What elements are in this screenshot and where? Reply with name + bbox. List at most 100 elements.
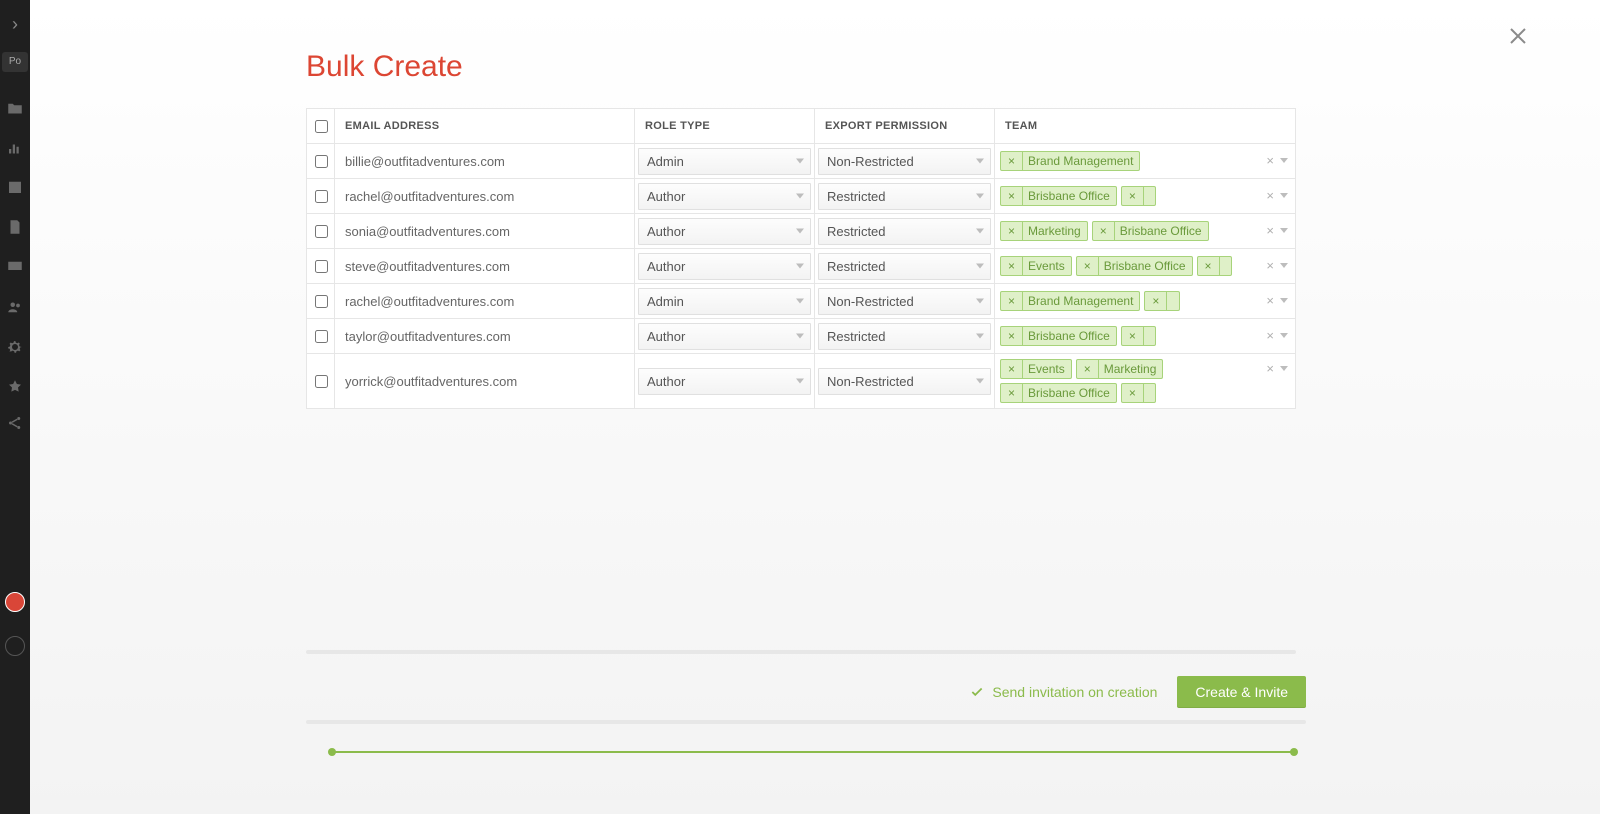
team-cell[interactable]: ×Brand Management× <box>995 144 1295 178</box>
tag-remove-icon[interactable]: × <box>1001 329 1022 343</box>
team-cell[interactable]: ×Marketing×Brisbane Office× <box>995 214 1295 248</box>
role-dropdown[interactable]: Admin <box>638 288 811 315</box>
page-icon[interactable] <box>6 218 24 236</box>
team-cell[interactable]: ×Events×Brisbane Office× × <box>995 249 1295 283</box>
check-icon <box>970 685 984 699</box>
export-dropdown[interactable]: Non-Restricted <box>818 148 991 175</box>
email-cell[interactable]: steve@outfitadventures.com <box>335 249 635 283</box>
tag-remove-icon[interactable]: × <box>1001 224 1022 238</box>
team-cell[interactable]: ×Brisbane Office× × <box>995 319 1295 353</box>
team-tag-empty[interactable]: × <box>1197 256 1232 276</box>
caret-down-icon[interactable] <box>1280 366 1288 371</box>
share-icon[interactable] <box>6 414 24 432</box>
caret-down-icon[interactable] <box>1280 228 1288 233</box>
row-checkbox[interactable] <box>315 375 328 388</box>
team-tag-empty[interactable]: × <box>1121 326 1156 346</box>
role-dropdown[interactable]: Author <box>638 368 811 395</box>
email-cell[interactable]: taylor@outfitadventures.com <box>335 319 635 353</box>
gear-icon[interactable] <box>6 338 24 356</box>
header-select-all[interactable] <box>307 109 335 143</box>
role-dropdown[interactable]: Author <box>638 323 811 350</box>
caret-down-icon[interactable] <box>1280 193 1288 198</box>
tag-remove-icon[interactable]: × <box>1001 259 1022 273</box>
clear-teams-icon[interactable]: × <box>1266 223 1274 238</box>
export-dropdown[interactable]: Restricted <box>818 323 991 350</box>
row-checkbox[interactable] <box>315 190 328 203</box>
user-avatar[interactable] <box>5 592 25 612</box>
clear-teams-icon[interactable]: × <box>1266 258 1274 273</box>
team-tag[interactable]: ×Brisbane Office <box>1092 221 1209 241</box>
caret-down-icon[interactable] <box>1280 263 1288 268</box>
export-dropdown[interactable]: Non-Restricted <box>818 288 991 315</box>
folder-icon[interactable] <box>6 100 24 118</box>
tag-remove-icon[interactable]: × <box>1122 189 1143 203</box>
team-tag[interactable]: ×Brisbane Office <box>1076 256 1193 276</box>
row-checkbox[interactable] <box>315 295 328 308</box>
select-all-checkbox[interactable] <box>315 120 328 133</box>
caret-down-icon[interactable] <box>1280 298 1288 303</box>
calendar-icon[interactable] <box>6 178 24 196</box>
team-cell[interactable]: ×Brisbane Office× × <box>995 179 1295 213</box>
row-checkbox[interactable] <box>315 330 328 343</box>
team-tag[interactable]: ×Brand Management <box>1000 291 1140 311</box>
help-icon[interactable] <box>5 636 25 656</box>
email-cell[interactable]: rachel@outfitadventures.com <box>335 179 635 213</box>
close-icon[interactable] <box>1506 24 1530 48</box>
team-tag-empty[interactable]: × <box>1121 383 1156 403</box>
team-tag[interactable]: ×Brand Management <box>1000 151 1140 171</box>
monitor-icon[interactable] <box>6 258 24 276</box>
role-dropdown[interactable]: Author <box>638 218 811 245</box>
export-dropdown[interactable]: Non-Restricted <box>818 368 991 395</box>
tag-remove-icon[interactable]: × <box>1122 329 1143 343</box>
team-tag[interactable]: ×Brisbane Office <box>1000 326 1117 346</box>
row-checkbox[interactable] <box>315 155 328 168</box>
export-dropdown[interactable]: Restricted <box>818 183 991 210</box>
role-dropdown[interactable]: Author <box>638 253 811 280</box>
email-cell[interactable]: billie@outfitadventures.com <box>335 144 635 178</box>
tag-remove-icon[interactable]: × <box>1001 154 1022 168</box>
email-cell[interactable]: rachel@outfitadventures.com <box>335 284 635 318</box>
team-tag-label: Brand Management <box>1023 154 1139 168</box>
email-cell[interactable]: yorrick@outfitadventures.com <box>335 354 635 408</box>
team-tag[interactable]: ×Brisbane Office <box>1000 186 1117 206</box>
tag-remove-icon[interactable]: × <box>1077 259 1098 273</box>
users-icon[interactable] <box>6 298 24 316</box>
team-tag[interactable]: ×Events <box>1000 256 1072 276</box>
chart-icon[interactable] <box>6 140 24 158</box>
clear-teams-icon[interactable]: × <box>1266 328 1274 343</box>
team-tag[interactable]: ×Brisbane Office <box>1000 383 1117 403</box>
clear-teams-icon[interactable]: × <box>1266 188 1274 203</box>
tag-remove-icon[interactable]: × <box>1001 362 1022 376</box>
star-icon[interactable] <box>6 378 24 396</box>
row-checkbox[interactable] <box>315 260 328 273</box>
role-dropdown[interactable]: Admin <box>638 148 811 175</box>
tag-remove-icon[interactable]: × <box>1077 362 1098 376</box>
clear-teams-icon[interactable]: × <box>1266 361 1274 376</box>
team-cell[interactable]: ×Events×Marketing×Brisbane Office× × <box>995 354 1295 408</box>
team-tag-empty[interactable]: × <box>1144 291 1179 311</box>
tag-remove-icon[interactable]: × <box>1145 294 1166 308</box>
send-invitation-toggle[interactable]: Send invitation on creation <box>970 684 1157 700</box>
tag-remove-icon[interactable]: × <box>1001 386 1022 400</box>
role-dropdown[interactable]: Author <box>638 183 811 210</box>
caret-down-icon[interactable] <box>1280 158 1288 163</box>
clear-teams-icon[interactable]: × <box>1266 153 1274 168</box>
tag-remove-icon[interactable]: × <box>1198 259 1219 273</box>
caret-down-icon[interactable] <box>1280 333 1288 338</box>
team-tag-empty[interactable]: × <box>1121 186 1156 206</box>
tag-remove-icon[interactable]: × <box>1001 189 1022 203</box>
tag-remove-icon[interactable]: × <box>1122 386 1143 400</box>
tag-remove-icon[interactable]: × <box>1093 224 1114 238</box>
row-checkbox[interactable] <box>315 225 328 238</box>
clear-teams-icon[interactable]: × <box>1266 293 1274 308</box>
sidebar-expand-icon[interactable]: › <box>5 14 25 34</box>
create-invite-button[interactable]: Create & Invite <box>1177 676 1306 708</box>
team-tag[interactable]: ×Marketing <box>1000 221 1088 241</box>
team-tag[interactable]: ×Events <box>1000 359 1072 379</box>
email-cell[interactable]: sonia@outfitadventures.com <box>335 214 635 248</box>
team-cell[interactable]: ×Brand Management× × <box>995 284 1295 318</box>
team-tag[interactable]: ×Marketing <box>1076 359 1164 379</box>
tag-remove-icon[interactable]: × <box>1001 294 1022 308</box>
export-dropdown[interactable]: Restricted <box>818 253 991 280</box>
export-dropdown[interactable]: Restricted <box>818 218 991 245</box>
